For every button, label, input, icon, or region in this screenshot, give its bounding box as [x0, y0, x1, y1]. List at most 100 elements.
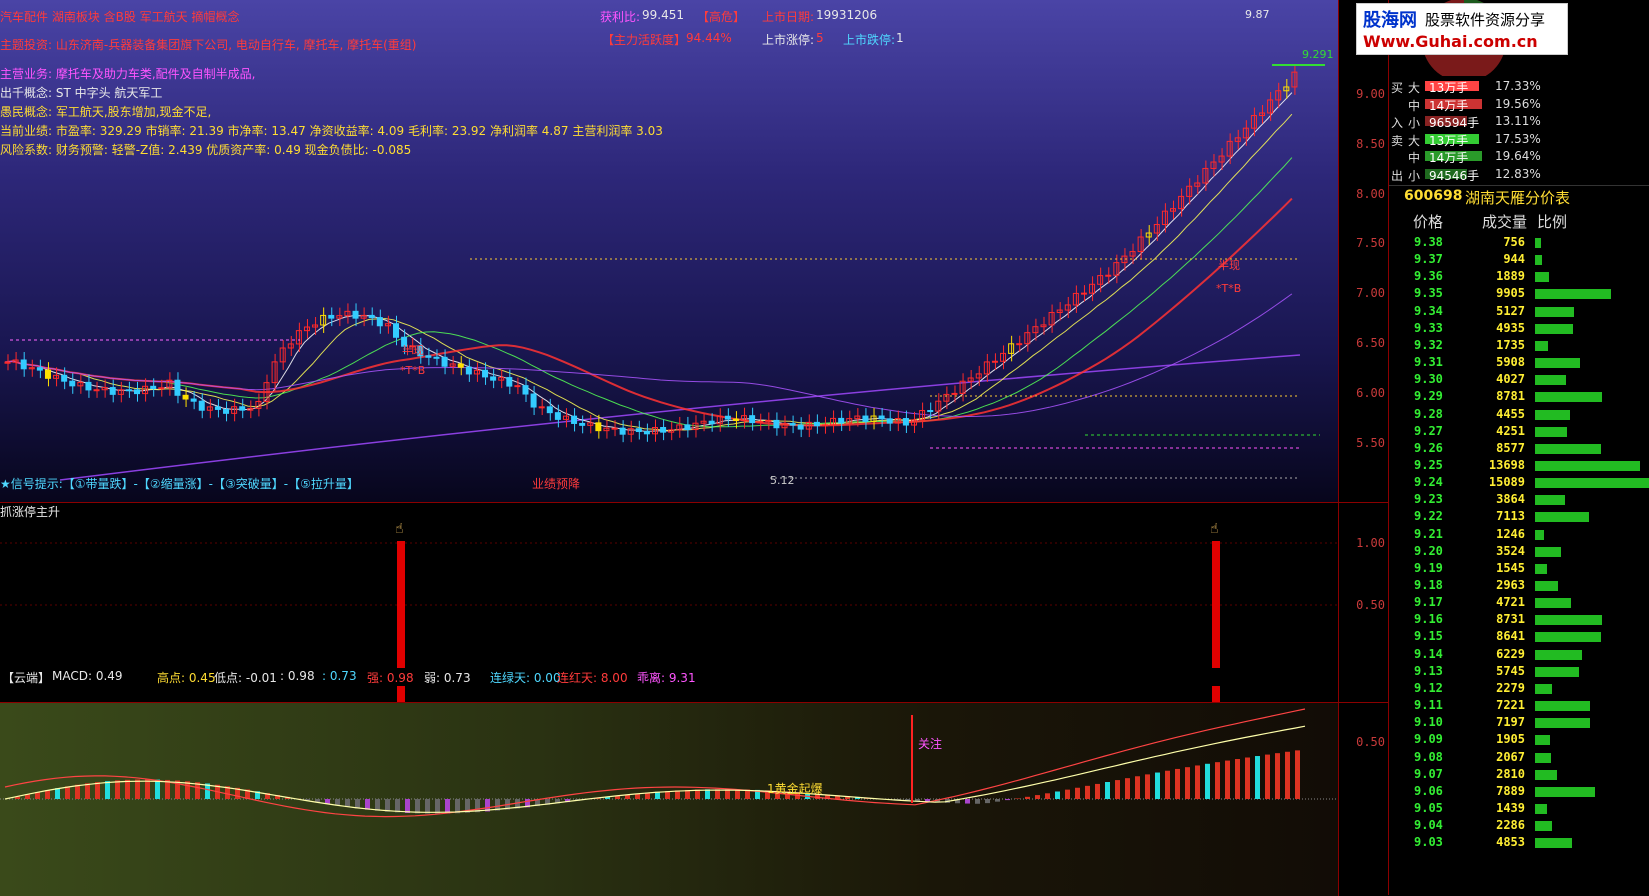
macd-bar	[1085, 786, 1090, 799]
row-volume: 7221	[1496, 698, 1525, 712]
price-table-row[interactable]: 9.051439	[1389, 800, 1649, 817]
candle-body	[733, 419, 738, 420]
price-table-row[interactable]: 9.211246	[1389, 526, 1649, 543]
candle-body	[750, 416, 755, 423]
row-volume: 13698	[1489, 458, 1525, 472]
candle-body	[685, 425, 690, 430]
price-table-row[interactable]: 9.14 6229	[1389, 646, 1649, 663]
row-volume: 5745	[1496, 664, 1525, 678]
price-table-row[interactable]: 9.107197	[1389, 714, 1649, 731]
price-table-row[interactable]: 9.334935	[1389, 320, 1649, 337]
row-ratio-bar	[1535, 581, 1558, 591]
row-price: 9.03	[1414, 835, 1443, 849]
price-table-row[interactable]: 9.191545	[1389, 560, 1649, 577]
mid-panel-title: 抓涨停主升	[0, 503, 60, 520]
macd-bar	[1105, 782, 1110, 799]
price-table-row[interactable]: 9.321735	[1389, 337, 1649, 354]
row-volume: 4455	[1496, 407, 1525, 421]
macd-bar	[125, 780, 130, 799]
row-volume: 4853	[1496, 835, 1525, 849]
price-table-row[interactable]: 9.37944	[1389, 251, 1649, 268]
row-ratio-bar	[1535, 478, 1649, 488]
flow-amount: 96594手	[1429, 114, 1479, 131]
row-volume: 8641	[1496, 629, 1525, 643]
price-table-row[interactable]: 9.361889	[1389, 268, 1649, 285]
price-table-row[interactable]: 9.067889	[1389, 783, 1649, 800]
flow-amount: 13万手	[1429, 79, 1468, 96]
row-ratio-bar	[1535, 444, 1601, 454]
macd-v1: : 0.98	[280, 669, 315, 683]
price-table-row[interactable]: 9.298781	[1389, 388, 1649, 405]
macd-bar	[1165, 771, 1170, 799]
candle-body	[126, 390, 131, 391]
candle-body	[135, 390, 140, 394]
row-ratio-bar	[1535, 392, 1602, 402]
row-volume: 6229	[1496, 647, 1525, 661]
price-table-row[interactable]: 9.315908	[1389, 354, 1649, 371]
row-volume: 1735	[1496, 338, 1525, 352]
price-chart-panel[interactable]: 汽车配件 湖南板块 含B股 军工航天 摘帽概念 主题投资: 山东济南-兵器装备集…	[0, 0, 1338, 502]
price-table-row[interactable]: 9.268577	[1389, 440, 1649, 457]
limit-down-label: 上市跌停:	[843, 31, 895, 48]
right-sidebar[interactable]: 买大13万手17.33%中14万手19.56%入小96594手13.11%卖大1…	[1388, 0, 1649, 895]
price-table-row[interactable]: 9.182963	[1389, 577, 1649, 594]
candle-body	[547, 407, 552, 413]
price-table-row[interactable]: 9.35 9905	[1389, 285, 1649, 302]
price-table-row[interactable]: 9.304027	[1389, 371, 1649, 388]
price-table-row[interactable]: 9.284455	[1389, 406, 1649, 423]
price-table-row[interactable]: 9.25 13698	[1389, 457, 1649, 474]
price-table-row[interactable]: 9.11 7221	[1389, 697, 1649, 714]
price-table-row[interactable]: 9.135745	[1389, 663, 1649, 680]
flow-pct: 19.56%	[1495, 97, 1541, 111]
macd-bar	[365, 799, 370, 810]
candle-body	[790, 424, 795, 426]
price-table-row[interactable]: 9.38756	[1389, 234, 1649, 251]
price-table-row[interactable]: 9.174721	[1389, 594, 1649, 611]
price-table-row[interactable]: 9.203524	[1389, 543, 1649, 560]
price-table-row[interactable]: 9.072810	[1389, 766, 1649, 783]
macd-bar	[425, 799, 430, 814]
price-table-row[interactable]: 9.227113	[1389, 508, 1649, 525]
price-table-row[interactable]: 9.274251	[1389, 423, 1649, 440]
price-table-row[interactable]: 9.082067	[1389, 749, 1649, 766]
row-price: 9.24	[1414, 475, 1443, 489]
macd-bar	[695, 790, 700, 799]
row-price: 9.35	[1414, 286, 1443, 300]
candle-body	[70, 381, 75, 386]
row-volume: 9905	[1496, 286, 1525, 300]
price-table-row[interactable]: 9.03 4853	[1389, 834, 1649, 851]
price-table-row[interactable]: 9.345127	[1389, 303, 1649, 320]
row-price: 9.26	[1414, 441, 1443, 455]
row-price: 9.07	[1414, 767, 1443, 781]
row-price: 9.11	[1414, 698, 1443, 712]
row-price: 9.04	[1414, 818, 1443, 832]
candle-body	[21, 360, 26, 369]
main-activity-label: 【主力活跃度】	[602, 31, 686, 48]
row-volume: 1889	[1496, 269, 1525, 283]
price-table-row[interactable]: 9.122279	[1389, 680, 1649, 697]
price-table-row[interactable]: 9.042286	[1389, 817, 1649, 834]
macd-bar	[435, 799, 440, 814]
price-table-row[interactable]: 9.091905	[1389, 731, 1649, 748]
macd-panel[interactable]: 【云端】	[0, 702, 1338, 896]
candle-body	[644, 432, 649, 434]
row-price: 9.25	[1414, 458, 1443, 472]
row-price: 9.14	[1414, 647, 1443, 661]
logo-slogan: 股票软件资源分享	[1425, 9, 1545, 30]
row-volume: 15089	[1489, 475, 1525, 489]
mid-tick-1: 1.00	[1356, 536, 1385, 550]
candle-body	[1017, 344, 1022, 345]
profit-ratio-value: 99.451	[642, 8, 684, 22]
view-name[interactable]: 分价表	[1525, 187, 1570, 208]
candle-body	[725, 416, 730, 419]
price-table-row[interactable]: 9.158641	[1389, 628, 1649, 645]
price-table-row[interactable]: 9.233864	[1389, 491, 1649, 508]
row-ratio-bar	[1535, 272, 1549, 282]
price-table-row[interactable]: 9.168731	[1389, 611, 1649, 628]
macd-bar	[1295, 750, 1300, 799]
row-volume: 7113	[1496, 509, 1525, 523]
price-table-row[interactable]: 9.24 15089	[1389, 474, 1649, 491]
candle-body	[45, 370, 50, 378]
row-ratio-bar	[1535, 410, 1570, 420]
price-axis: 9.008.508.007.507.006.506.005.50	[1338, 0, 1389, 502]
